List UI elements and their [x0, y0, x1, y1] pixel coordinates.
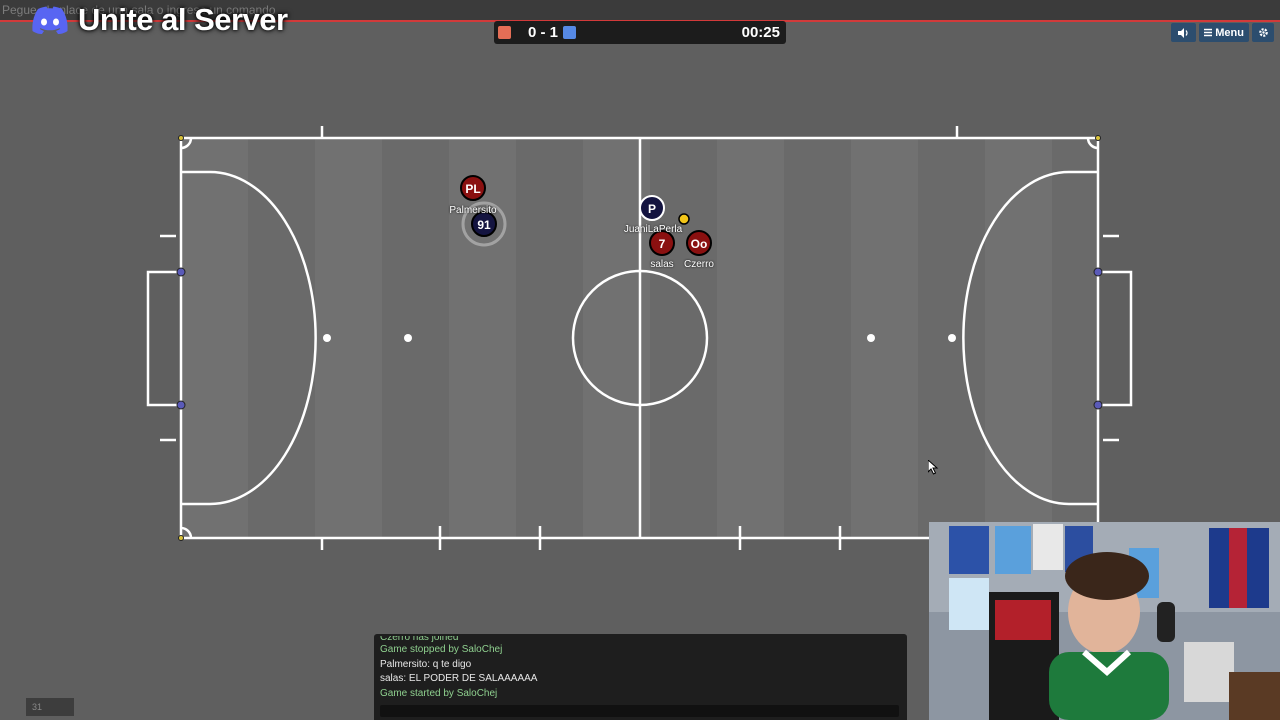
webcam-feed: [929, 522, 1280, 720]
banner-title: Unite al Server: [78, 2, 288, 37]
player-avatar: Oo: [691, 237, 708, 251]
speaker-icon: [1178, 27, 1188, 38]
player-name: JuaniLaPerla: [623, 224, 683, 235]
player-name: salas: [650, 259, 674, 270]
player-czerro: Oo: [686, 230, 712, 256]
player-palmersito: PL: [460, 175, 486, 201]
player-name: Palmersito: [449, 205, 497, 216]
chat-line: salas: EL PODER DE SALAAAAAA: [380, 673, 538, 684]
discord-icon: [32, 6, 68, 34]
red-team-indicator: [498, 26, 511, 39]
player-name: Czerro: [683, 259, 715, 270]
game-timer: 00:25: [741, 24, 780, 41]
settings-button[interactable]: [1252, 23, 1274, 42]
player-avatar: P: [648, 202, 656, 216]
chat-input[interactable]: [380, 705, 899, 717]
corner-widget: 31: [26, 698, 74, 716]
webcam-image: [929, 522, 1280, 720]
player-avatar: 91: [477, 218, 491, 232]
sound-button[interactable]: [1171, 23, 1196, 42]
player-avatar: 7: [659, 237, 666, 251]
player-juani: P: [639, 195, 665, 221]
chat-panel: Czerro has joined Game stopped by SaloCh…: [374, 634, 907, 720]
chat-line: Czerro has joined: [380, 636, 459, 643]
chat-line: Palmersito: q te digo: [380, 658, 472, 670]
corner-text: 31: [32, 702, 43, 712]
chat-line: Game stopped by SaloChej: [380, 644, 503, 655]
menu-button[interactable]: Menu: [1199, 23, 1249, 42]
gear-icon: [1258, 28, 1268, 37]
scoreboard: 0 - 1 00:25: [494, 21, 786, 44]
discord-banner: Unite al Server: [32, 2, 288, 38]
blue-team-indicator: [563, 26, 576, 39]
score: 0 - 1: [527, 24, 558, 41]
hamburger-icon: [1204, 28, 1213, 37]
top-controls: Menu: [1171, 23, 1274, 42]
chat-line: Game started by SaloChej: [380, 687, 498, 699]
player-avatar: PL: [465, 182, 480, 196]
menu-label: Menu: [1215, 26, 1244, 39]
mouse-cursor-icon: [928, 460, 939, 475]
